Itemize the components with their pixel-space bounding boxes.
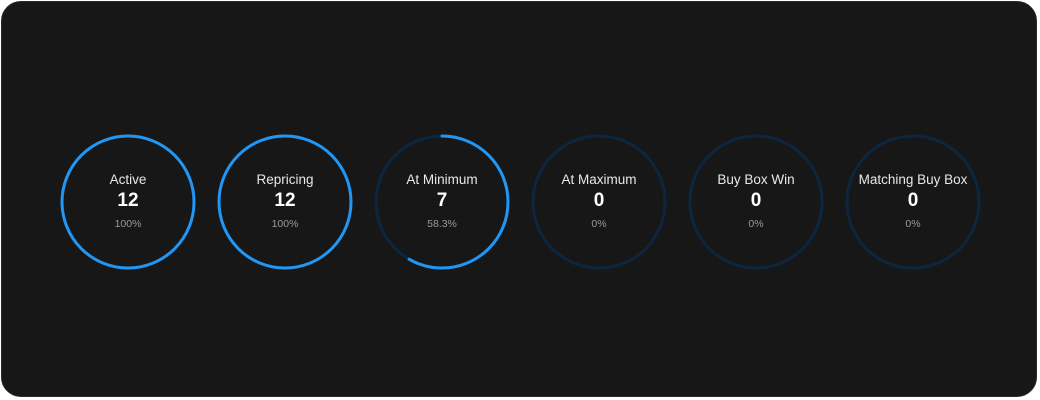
- metric-percent: 58.3%: [427, 217, 457, 230]
- metric-label: At Maximum: [561, 171, 637, 187]
- metric-percent: 0%: [905, 217, 921, 230]
- metric-value: 7: [436, 189, 448, 211]
- metric-label: Active: [109, 171, 147, 187]
- metric-percent: 100%: [271, 217, 299, 230]
- metric-at-maximum[interactable]: At Maximum 0 0%: [531, 134, 667, 270]
- metric-matching-buy-box[interactable]: Matching Buy Box 0 0%: [845, 134, 981, 270]
- metric-value: 12: [274, 189, 296, 211]
- metric-label: At Minimum: [406, 171, 478, 187]
- metric-at-minimum[interactable]: At Minimum 7 58.3%: [374, 134, 510, 270]
- metric-value: 12: [117, 189, 139, 211]
- metric-value: 0: [593, 189, 605, 211]
- metric-buy-box-win[interactable]: Buy Box Win 0 0%: [688, 134, 824, 270]
- metric-value: 0: [750, 189, 762, 211]
- metric-repricing[interactable]: Repricing 12 100%: [217, 134, 353, 270]
- metric-active[interactable]: Active 12 100%: [60, 134, 196, 270]
- metric-label: Buy Box Win: [717, 171, 795, 187]
- metric-percent: 0%: [591, 217, 607, 230]
- metric-label: Matching Buy Box: [858, 171, 968, 187]
- metric-percent: 100%: [114, 217, 142, 230]
- metric-value: 0: [907, 189, 919, 211]
- metric-percent: 0%: [748, 217, 764, 230]
- metrics-panel: Active 12 100% Repricing 12 100% At Mini…: [1, 1, 1037, 397]
- metric-label: Repricing: [256, 171, 314, 187]
